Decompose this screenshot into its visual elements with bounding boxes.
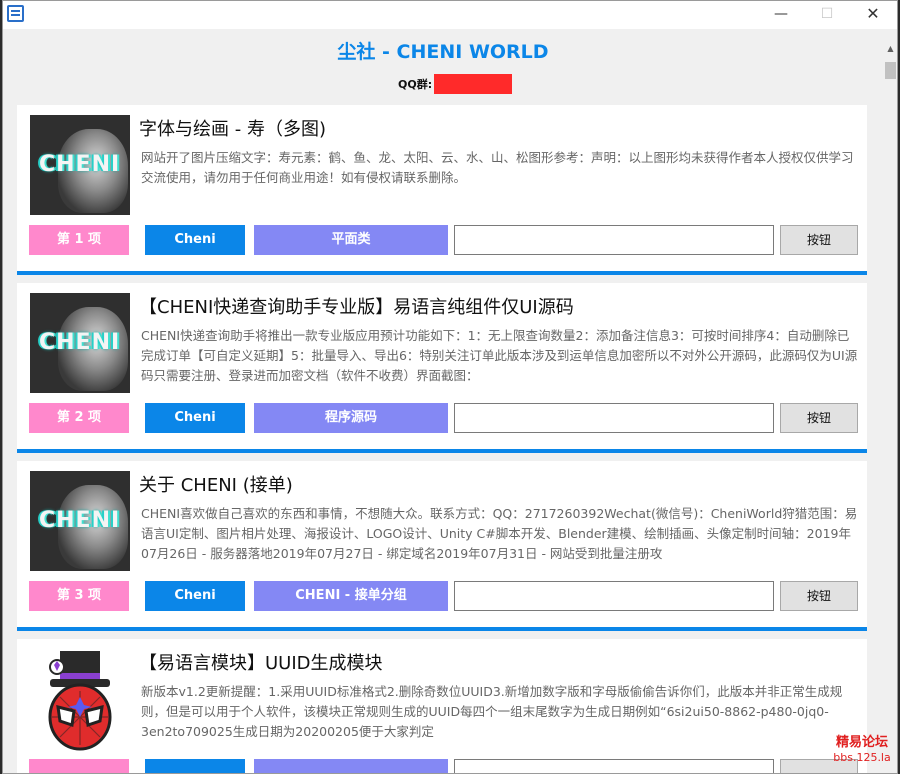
post-title[interactable]: 关于 CHENI (接单)	[139, 471, 293, 497]
author-button[interactable]: Cheni	[145, 581, 245, 611]
post-actions: 第 3 项 Cheni CHENI - 接单分组 按钮	[29, 581, 859, 613]
app-icon	[7, 5, 24, 22]
watermark-url: bbs.125.la	[833, 751, 891, 764]
category-button[interactable]: CHENI - 接单分组	[254, 581, 448, 611]
post-input[interactable]	[454, 581, 774, 611]
post-card: CHENI 关于 CHENI (接单) CHENI喜欢做自己喜欢的东西和事情，不…	[17, 461, 867, 631]
maximize-button[interactable]: ☐	[807, 1, 847, 29]
qq-group-row: QQ群:	[398, 73, 513, 95]
action-button[interactable]: 按钮	[780, 225, 858, 255]
author-button[interactable]: Cheni	[145, 225, 245, 255]
item-index-button[interactable]	[29, 759, 129, 773]
watermark-title: 精易论坛	[835, 735, 888, 750]
post-actions: 第 1 项 Cheni 平面类 按钮	[29, 225, 859, 257]
category-button[interactable]: 平面类	[254, 225, 448, 255]
magician-mascot-icon[interactable]	[30, 645, 130, 755]
post-thumbnail[interactable]: CHENI	[30, 293, 130, 393]
post-description: 新版本v1.2更新提醒：1.采用UUID标准格式2.删除奇数位UUID3.新增加…	[141, 684, 843, 739]
forum-watermark: 精易论坛 bbs.125.la	[827, 735, 897, 765]
qq-group-redacted	[434, 74, 513, 94]
post-actions: 第 2 项 Cheni 程序源码 按钮	[29, 403, 859, 435]
item-index-button[interactable]: 第 3 项	[29, 581, 129, 611]
post-input[interactable]	[454, 403, 774, 433]
thumbnail-logo-text: CHENI	[39, 152, 121, 177]
item-index-button[interactable]: 第 2 项	[29, 403, 129, 433]
post-title[interactable]: 【易语言模块】UUID生成模块	[139, 649, 383, 675]
post-input[interactable]	[454, 225, 774, 255]
close-button[interactable]: ✕	[853, 1, 893, 29]
action-button[interactable]: 按钮	[780, 581, 858, 611]
post-actions	[29, 759, 859, 773]
mascot-svg	[48, 651, 112, 751]
post-input[interactable]	[454, 759, 774, 773]
author-button[interactable]: Cheni	[145, 403, 245, 433]
app-window: — ☐ ✕ 尘社 - CHENI WORLD QQ群: CHENI 字体与绘画 …	[2, 0, 898, 774]
action-button[interactable]: 按钮	[780, 403, 858, 433]
post-description: 网站开了图片压缩文字：寿元素：鹤、鱼、龙、太阳、云、水、山、松图形参考：声明：以…	[141, 150, 854, 185]
page-title: 尘社 - CHENI WORLD	[337, 41, 549, 63]
post-thumbnail[interactable]: CHENI	[30, 115, 130, 215]
post-title[interactable]: 字体与绘画 - 寿（多图)	[139, 115, 326, 141]
qq-group-label: QQ群:	[398, 78, 433, 91]
vertical-scrollbar[interactable]: ▲	[883, 29, 897, 773]
item-index-button[interactable]: 第 1 项	[29, 225, 129, 255]
post-card: 【易语言模块】UUID生成模块 新版本v1.2更新提醒：1.采用UUID标准格式…	[17, 639, 867, 773]
thumbnail-logo-text: CHENI	[39, 508, 121, 533]
post-description: CHENI喜欢做自己喜欢的东西和事情，不想随大众。联系方式：QQ：2717260…	[141, 506, 858, 561]
post-title[interactable]: 【CHENI快递查询助手专业版】易语言纯组件仅UI源码	[139, 293, 574, 319]
minimize-button[interactable]: —	[761, 1, 801, 29]
post-thumbnail[interactable]: CHENI	[30, 471, 130, 571]
chevron-up-icon[interactable]: ▲	[883, 41, 897, 57]
post-card: CHENI 字体与绘画 - 寿（多图) 网站开了图片压缩文字：寿元素：鹤、鱼、龙…	[17, 105, 867, 275]
category-button[interactable]	[254, 759, 448, 773]
post-list[interactable]: CHENI 字体与绘画 - 寿（多图) 网站开了图片压缩文字：寿元素：鹤、鱼、龙…	[17, 105, 867, 773]
post-card: CHENI 【CHENI快递查询助手专业版】易语言纯组件仅UI源码 CHENI快…	[17, 283, 867, 453]
author-button[interactable]	[145, 759, 245, 773]
scrollbar-thumb[interactable]	[885, 62, 896, 79]
title-bar: — ☐ ✕	[3, 1, 897, 29]
category-button[interactable]: 程序源码	[254, 403, 448, 433]
thumbnail-logo-text: CHENI	[39, 330, 121, 355]
post-description: CHENI快递查询助手将推出一款专业版应用预计功能如下：1：无上限查询数量2：添…	[141, 328, 858, 383]
